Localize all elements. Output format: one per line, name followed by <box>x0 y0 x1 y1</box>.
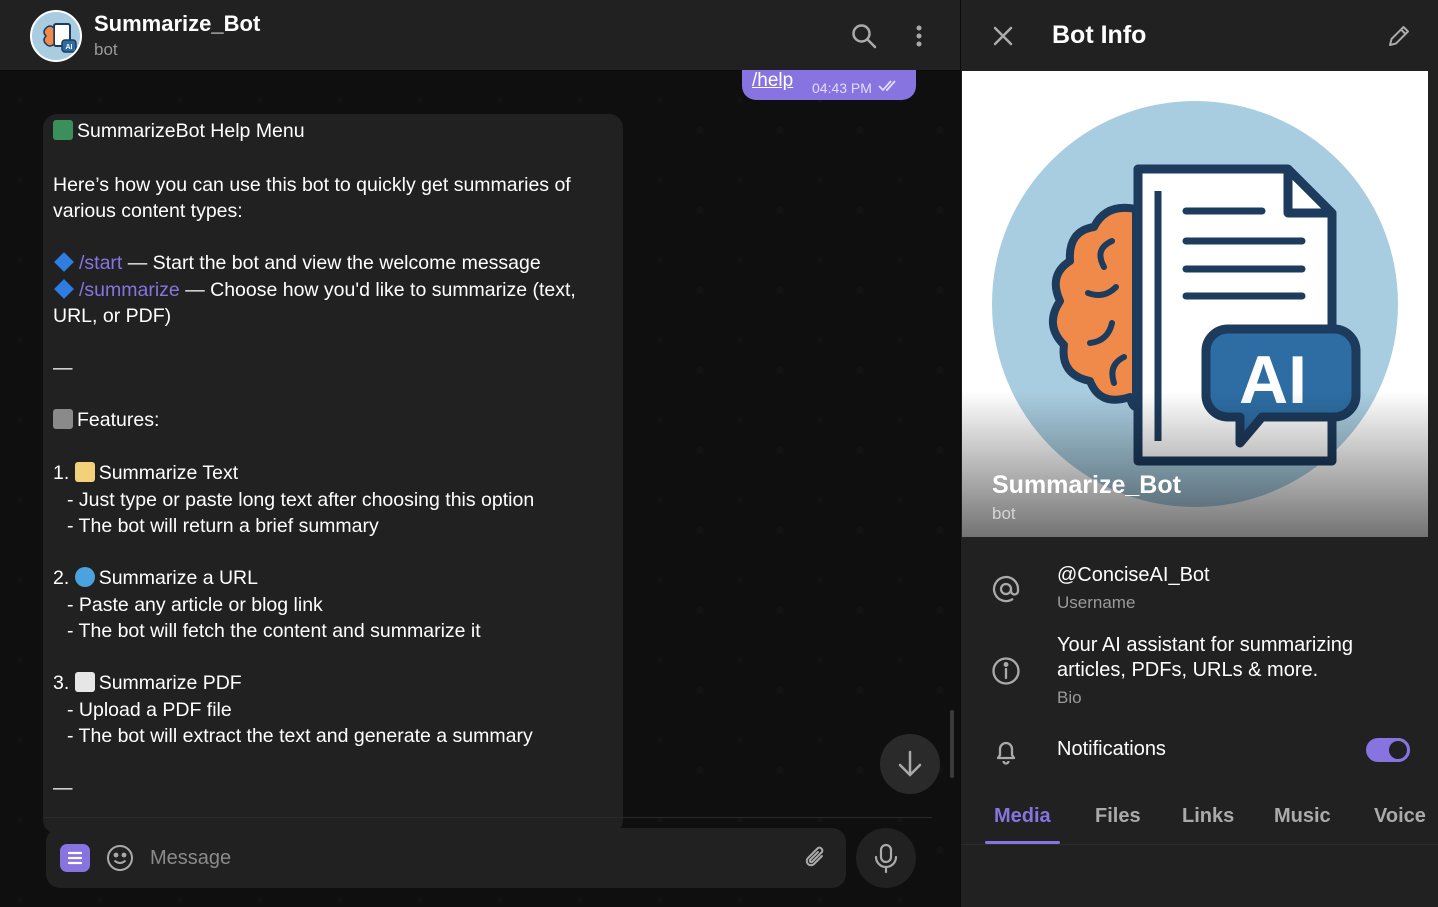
bio-line-1: Your AI assistant for summarizing <box>1057 634 1354 656</box>
feature-2-line-b: - The bot will fetch the content and sum… <box>67 620 481 642</box>
profile-subtitle: bot <box>992 504 1016 523</box>
globe-icon <box>74 567 95 587</box>
notifications-toggle[interactable] <box>1366 738 1410 762</box>
memo-icon <box>74 462 95 482</box>
profile-name: Summarize_Bot <box>992 471 1181 499</box>
chat-title[interactable]: Summarize_Bot <box>94 11 260 37</box>
command-summarize-link[interactable]: /summarize <box>79 279 180 301</box>
search-icon[interactable] <box>850 22 878 50</box>
outgoing-command[interactable]: /help <box>752 70 793 92</box>
info-header: Bot Info <box>961 0 1438 71</box>
bot-avatar[interactable]: AI <box>30 10 82 62</box>
feature-3-title: 3. Summarize PDF <box>53 672 242 694</box>
tab-files[interactable]: Files <box>1095 805 1141 828</box>
profile-photo[interactable]: AI Summarize_Bot bot <box>962 71 1428 537</box>
command-start-line: /start — Start the bot and view the welc… <box>53 252 541 275</box>
bio-label: Bio <box>1057 688 1082 707</box>
toggle-knob <box>1386 738 1410 762</box>
message-composer[interactable] <box>46 828 846 888</box>
chat-area: AI Summarize_Bot bot /help 04:43 PM Summ… <box>0 0 960 907</box>
voice-record-button[interactable] <box>856 828 916 888</box>
close-icon[interactable] <box>989 22 1017 50</box>
separator-text: — <box>53 357 73 379</box>
bell-icon <box>991 736 1021 766</box>
feature-2-line-a: - Paste any article or blog link <box>67 594 323 616</box>
bot-info-panel: Bot Info AI Summarize_Bot bot @ConciseAI… <box>960 0 1438 907</box>
feature-1-title: 1. Summarize Text <box>53 462 239 484</box>
read-ticks-icon <box>878 79 900 93</box>
hero-gradient <box>962 391 1428 537</box>
at-sign-icon <box>991 574 1021 604</box>
attach-icon[interactable] <box>802 844 830 872</box>
message-heading: SummarizeBot Help Menu <box>53 120 305 143</box>
command-summarize-line-2: URL, or PDF) <box>53 305 172 327</box>
username-value[interactable]: @ConciseAI_Bot <box>1057 563 1210 588</box>
chat-scrollbar[interactable] <box>950 710 954 778</box>
username-label: Username <box>1057 593 1136 612</box>
blue-diamond-icon <box>54 279 74 299</box>
bio-line-2: articles, PDFs, URLs & more. <box>1057 659 1319 681</box>
separator-text-2: — <box>53 777 73 799</box>
features-heading: Features: <box>53 409 159 432</box>
feature-1-line-b: - The bot will return a brief summary <box>67 515 379 537</box>
bot-menu-button[interactable] <box>60 844 90 872</box>
outgoing-message[interactable]: /help 04:43 PM <box>742 70 916 100</box>
notifications-label: Notifications <box>1057 738 1166 760</box>
scroll-down-button[interactable] <box>880 734 940 794</box>
message-intro-2: various content types: <box>53 200 243 222</box>
media-tabs: Media Files Links Music Voice <box>961 795 1438 845</box>
feature-2-title: 2. Summarize a URL <box>53 567 258 589</box>
tab-voice[interactable]: Voice <box>1374 805 1426 828</box>
tools-icon <box>53 409 73 429</box>
incoming-message[interactable]: SummarizeBot Help Menu Here’s how you ca… <box>43 114 623 834</box>
command-start-link[interactable]: /start <box>79 252 122 274</box>
chat-divider <box>44 817 932 818</box>
message-intro: Here’s how you can use this bot to quick… <box>53 174 571 196</box>
edit-pencil-icon[interactable] <box>1385 22 1413 50</box>
command-summarize-line: /summarize — Choose how you'd like to su… <box>53 279 576 302</box>
chat-header[interactable]: AI Summarize_Bot bot <box>0 0 960 71</box>
document-icon <box>74 672 95 692</box>
emoji-icon[interactable] <box>106 844 134 872</box>
tab-media[interactable]: Media <box>994 805 1051 828</box>
tab-music[interactable]: Music <box>1274 805 1331 828</box>
feature-1-line-a: - Just type or paste long text after cho… <box>67 489 535 511</box>
svg-text:AI: AI <box>66 44 73 51</box>
message-time: 04:43 PM <box>812 80 872 96</box>
active-tab-indicator <box>985 841 1060 844</box>
books-icon <box>53 120 73 140</box>
blue-diamond-icon <box>54 252 74 272</box>
feature-3-line-b: - The bot will extract the text and gene… <box>67 725 533 747</box>
info-icon <box>991 656 1021 686</box>
tab-links[interactable]: Links <box>1182 805 1234 828</box>
feature-3-line-a: - Upload a PDF file <box>67 699 232 721</box>
chat-subtitle: bot <box>94 40 118 59</box>
info-title: Bot Info <box>1052 21 1147 49</box>
more-options-icon[interactable] <box>905 22 933 50</box>
message-input[interactable] <box>150 842 750 874</box>
